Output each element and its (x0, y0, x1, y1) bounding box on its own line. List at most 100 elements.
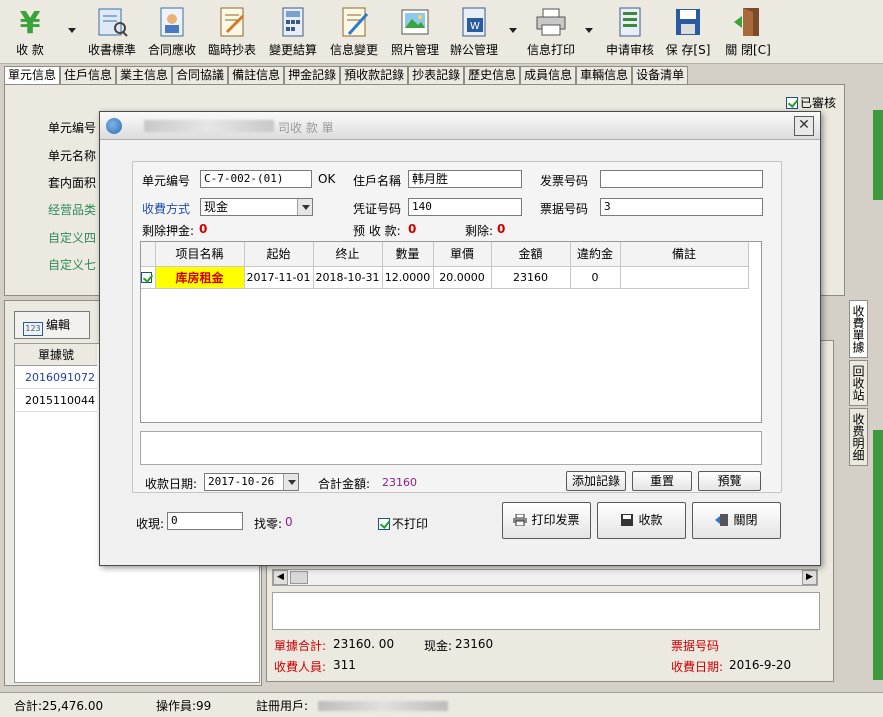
tab-receipts[interactable]: 收費單據 (849, 300, 868, 358)
dialog-title-bar[interactable]: 司收 款 單 ✕ (100, 112, 820, 140)
toolbar-save-button[interactable]: 保 存[S] (662, 4, 714, 60)
dialog-close-button[interactable]: ✕ (794, 116, 814, 136)
toolbar-label: 收書標準 (87, 43, 136, 57)
voucher-input[interactable]: 140 (408, 198, 522, 216)
grid-header-start[interactable]: 起始 (244, 242, 314, 267)
toolbar-receive-button[interactable]: ¥ 收 款 (10, 4, 50, 60)
table-row[interactable]: 2016091072 (15, 366, 97, 389)
tab-history[interactable]: 歷史信息 (464, 66, 521, 84)
preview-button[interactable]: 預覽 (698, 471, 761, 491)
area-label: 套内面积 (48, 176, 97, 190)
grid-header-note[interactable]: 備註 (620, 242, 749, 267)
tab-unit-info[interactable]: 單元信息 (4, 66, 61, 84)
row-checkbox[interactable] (141, 266, 156, 289)
scroll-right-icon[interactable]: ▶ (802, 570, 817, 585)
change-label: 找零: (254, 517, 283, 531)
cell-penalty[interactable]: 0 (570, 266, 621, 289)
toolbar-meter-button[interactable]: 臨時抄表 (204, 4, 260, 60)
invoice-input[interactable] (600, 170, 763, 188)
grid-header-penalty[interactable]: 違約金 (570, 242, 621, 267)
cell-price[interactable]: 20.0000 (433, 266, 492, 289)
scroll-thumb[interactable] (290, 571, 308, 584)
remain-label: 剩除: (465, 224, 494, 238)
tab-vehicles[interactable]: 車輛信息 (576, 66, 633, 84)
toolbar-label: 收 款 (16, 43, 44, 57)
cell-end[interactable]: 2018-10-31 (313, 266, 383, 289)
cash-in-input[interactable]: 0 (167, 512, 243, 530)
status-bar: 合計:25,476.00 操作員:99 註冊用戶: (0, 692, 883, 717)
grid-header-amount[interactable]: 金額 (491, 242, 571, 267)
grid-header-select (141, 242, 156, 267)
grid-header-qty[interactable]: 數量 (382, 242, 434, 267)
print-invoice-button[interactable]: 打印发票 (502, 502, 591, 539)
pay-method-select[interactable]: 现金 (200, 198, 313, 216)
toolbar-audit-button[interactable]: 申请审核 (602, 4, 658, 60)
toolbar-photo-button[interactable]: 照片管理 (387, 4, 443, 60)
toolbar-settlement-button[interactable]: 變更結算 (265, 4, 321, 60)
dropdown-arrow-icon[interactable] (585, 28, 593, 33)
tab-members[interactable]: 成員信息 (520, 66, 577, 84)
category-label: 经营品类 (48, 203, 97, 217)
no-print-checkbox[interactable]: 不打印 (378, 515, 428, 532)
tab-equipment[interactable]: 设备清单 (632, 66, 689, 84)
tab-notes[interactable]: 備註信息 (228, 66, 285, 84)
cell-qty[interactable]: 12.0000 (382, 266, 434, 289)
tab-deposit[interactable]: 押金記錄 (284, 66, 341, 84)
printer-icon (513, 514, 528, 526)
grid-header-end[interactable]: 终止 (313, 242, 383, 267)
toolbar-print-button[interactable]: 信息打印 (523, 4, 579, 60)
resident-input[interactable]: 韩月胜 (408, 170, 522, 188)
tab-prepaid[interactable]: 預收款記錄 (340, 66, 409, 84)
table-row[interactable]: 库房租金 2017-11-01 2018-10-31 12.0000 20.00… (141, 266, 749, 289)
scroll-left-icon[interactable]: ◀ (273, 570, 288, 585)
grid-header-item[interactable]: 项目名稱 (155, 242, 245, 267)
tab-owner-info[interactable]: 業主信息 (116, 66, 173, 84)
toolbar-label: 保 存[S] (665, 43, 711, 57)
cell-item[interactable]: 库房租金 (155, 266, 245, 289)
print-label: 打印发票 (531, 513, 580, 527)
tab-charge-details[interactable]: 收费明细 (849, 408, 868, 466)
chevron-down-icon[interactable] (297, 199, 312, 215)
cell-amount[interactable]: 23160 (491, 266, 571, 289)
unit-no-input[interactable]: C-7-002-(01) (200, 170, 312, 188)
office-icon: W (462, 7, 486, 37)
chevron-down-icon[interactable] (283, 474, 298, 490)
edit-button[interactable]: 123 编輯 (14, 311, 90, 339)
grid-header-price[interactable]: 單價 (433, 242, 492, 267)
toolbar-standard-button[interactable]: 收書標準 (84, 4, 140, 60)
add-record-button[interactable]: 添加記錄 (566, 471, 626, 491)
close-dialog-button[interactable]: 關閉 (692, 502, 781, 539)
toolbar-close-button[interactable]: 關 閉[C] (720, 4, 776, 60)
tab-resident-info[interactable]: 住戶信息 (60, 66, 117, 84)
deposit-left-label: 剩除押金: (142, 224, 195, 238)
table-row[interactable]: 2015110044 (15, 389, 97, 412)
receipt-no-header[interactable]: 單據號 (15, 344, 97, 366)
toolbar-label: 信息變更 (329, 43, 378, 57)
cell-start[interactable]: 2017-11-01 (244, 266, 314, 289)
detail-memo[interactable] (272, 592, 820, 630)
svg-text:¥: ¥ (20, 6, 41, 38)
photo-icon (401, 9, 429, 35)
toolbar-label: 申请审核 (605, 43, 654, 57)
receipt-input[interactable]: 3 (600, 198, 763, 216)
exit-icon (715, 514, 729, 526)
tab-contract[interactable]: 合同協議 (172, 66, 229, 84)
collect-button[interactable]: 收款 (597, 502, 686, 539)
tab-meter[interactable]: 抄表記錄 (408, 66, 465, 84)
approved-checkbox[interactable]: 已審核 (786, 94, 836, 111)
date-picker[interactable]: 2017-10-26 (204, 473, 299, 491)
toolbar-office-button[interactable]: W 辦公管理 (446, 4, 502, 60)
collect-label: 收款 (638, 513, 663, 527)
toolbar-label: 合同應收 (147, 43, 196, 57)
no-print-label: 不打印 (392, 517, 429, 531)
cell-note[interactable] (620, 266, 749, 289)
toolbar-contract-button[interactable]: 合同應收 (145, 4, 199, 60)
toolbar-info-change-button[interactable]: 信息變更 (326, 4, 382, 60)
dropdown-arrow-icon[interactable] (68, 28, 76, 33)
remarks-memo[interactable] (140, 431, 762, 465)
charge-items-grid: 项目名稱 起始 终止 數量 單價 金額 違約金 備註 库房租金 2017-11-… (140, 241, 762, 423)
tab-recycle-bin[interactable]: 回收站 (849, 360, 868, 406)
reset-button[interactable]: 重置 (632, 471, 692, 491)
horizontal-scrollbar[interactable]: ◀ ▶ (272, 569, 818, 586)
dropdown-arrow-icon[interactable] (509, 28, 517, 33)
